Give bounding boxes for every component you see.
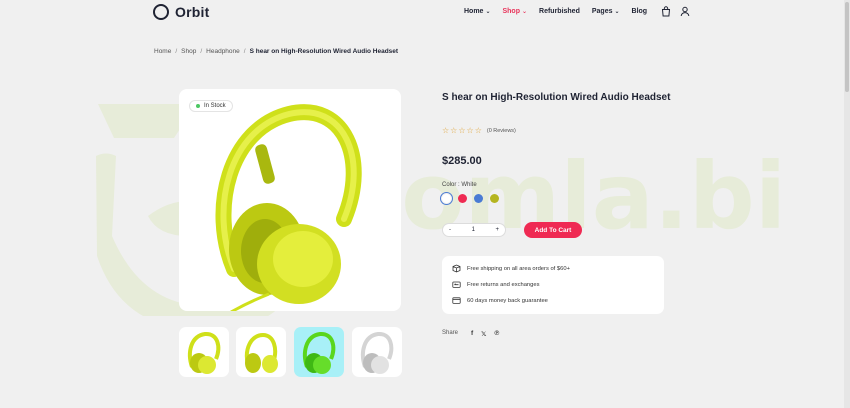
feature-text: Free returns and exchanges	[467, 281, 540, 288]
quantity-increase-button[interactable]: +	[495, 227, 499, 233]
nav-item-label: Shop	[502, 8, 520, 15]
nav-item-home[interactable]: Home ⌄	[464, 8, 490, 15]
stock-badge: In Stock	[189, 100, 233, 112]
logo-text: Orbit	[175, 4, 210, 20]
wallet-icon	[452, 297, 461, 304]
cart-icon[interactable]	[661, 6, 671, 17]
breadcrumb-separator: /	[243, 48, 246, 55]
chevron-down-icon: ⌄	[485, 9, 491, 15]
nav-item-shop[interactable]: Shop ⌄	[502, 8, 527, 15]
product-main-image[interactable]: In Stock	[179, 89, 401, 311]
color-swatch-blue[interactable]	[474, 194, 483, 203]
stock-text: In Stock	[204, 103, 226, 109]
main-nav: Home ⌄ Shop ⌄ Refurbished Pages ⌄ Blog	[464, 8, 647, 15]
star-icon: ☆	[466, 126, 474, 135]
breadcrumb-link-shop[interactable]: Shop	[181, 48, 196, 55]
site-logo[interactable]: Orbit	[153, 4, 209, 20]
star-icon: ☆	[474, 126, 482, 135]
facebook-icon[interactable]: f	[471, 330, 473, 338]
return-icon	[452, 281, 461, 288]
headphones-image	[215, 104, 362, 311]
x-icon[interactable]: 𝕏	[481, 330, 486, 338]
product-price: $285.00	[442, 155, 482, 167]
breadcrumb-link-home[interactable]: Home	[154, 48, 171, 55]
quantity-stepper: - 1 +	[442, 223, 506, 237]
nav-item-refurbished[interactable]: Refurbished	[539, 8, 580, 15]
thumbnail-3[interactable]	[294, 327, 344, 377]
nav-item-pages[interactable]: Pages ⌄	[592, 8, 620, 15]
thumbnail-headphones-icon	[244, 332, 278, 373]
share-label: Share	[442, 330, 459, 336]
pinterest-icon[interactable]: ℗	[494, 330, 499, 338]
product-rating: ☆ ☆ ☆ ☆ ☆ (0 Reviews)	[442, 126, 516, 135]
thumbnail-headphones-icon	[302, 332, 336, 374]
star-icon: ☆	[442, 126, 450, 135]
product-title: S hear on High-Resolution Wired Audio He…	[442, 92, 671, 103]
header-actions	[661, 6, 690, 17]
color-swatch-red[interactable]	[458, 194, 467, 203]
breadcrumb-separator: /	[175, 48, 178, 55]
quantity-value[interactable]: 1	[472, 227, 475, 233]
scrollbar-thumb[interactable]	[845, 2, 849, 92]
stock-dot-icon	[196, 104, 200, 108]
add-to-cart-button[interactable]: Add To Cart	[524, 222, 582, 238]
thumbnail-4[interactable]	[352, 327, 402, 377]
features-box: Free shipping on all area orders of $60+…	[442, 256, 664, 314]
nav-item-blog[interactable]: Blog	[632, 8, 648, 15]
feature-item-shipping: Free shipping on all area orders of $60+	[452, 264, 570, 273]
feature-text: Free shipping on all area orders of $60+	[467, 265, 570, 272]
color-label: Color : White	[442, 182, 477, 188]
feature-item-guarantee: 60 days money back guarantee	[452, 296, 548, 305]
color-swatch-white[interactable]	[442, 194, 451, 203]
quantity-decrease-button[interactable]: -	[449, 227, 451, 233]
thumbnail-headphones-icon	[187, 332, 221, 374]
star-icon: ☆	[450, 126, 458, 135]
page-scrollbar[interactable]	[844, 0, 850, 408]
feature-text: 60 days money back guarantee	[467, 297, 548, 304]
share-icons: f 𝕏 ℗	[471, 330, 499, 338]
star-icon: ☆	[458, 126, 466, 135]
breadcrumb-link-headphone[interactable]: Headphone	[206, 48, 240, 55]
nav-item-label: Home	[464, 8, 484, 15]
breadcrumb: Home / Shop / Headphone / S hear on High…	[154, 48, 398, 55]
nav-item-label: Refurbished	[539, 8, 580, 15]
thumbnail-2[interactable]	[236, 327, 286, 377]
feature-item-returns: Free returns and exchanges	[452, 280, 540, 289]
review-count[interactable]: (0 Reviews)	[487, 128, 516, 134]
chevron-down-icon: ⌄	[614, 9, 620, 15]
breadcrumb-current: S hear on High-Resolution Wired Audio He…	[249, 48, 399, 55]
color-swatches	[442, 194, 499, 203]
chevron-down-icon: ⌄	[521, 9, 528, 15]
color-swatch-olive[interactable]	[490, 194, 499, 203]
nav-item-label: Blog	[631, 8, 648, 15]
thumbnail-headphones-icon	[360, 332, 394, 374]
thumbnail-1[interactable]	[179, 327, 229, 377]
nav-item-label: Pages	[591, 8, 613, 15]
box-icon	[452, 264, 461, 273]
logo-ring-icon	[153, 4, 169, 20]
user-icon[interactable]	[680, 6, 690, 17]
breadcrumb-separator: /	[200, 48, 203, 55]
